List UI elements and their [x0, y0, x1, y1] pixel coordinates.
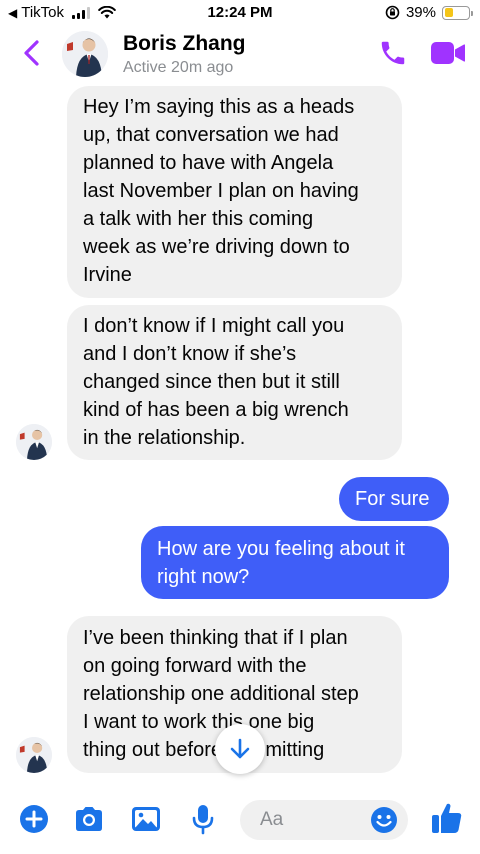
contact-name[interactable]: Boris Zhang — [123, 32, 246, 56]
message-bubble-incoming[interactable]: Hey I’m saying this as a heads up, that … — [67, 86, 402, 298]
message-line: on going forward with the — [83, 655, 307, 677]
message-line: For sure — [355, 488, 430, 510]
video-call-icon[interactable] — [430, 40, 466, 66]
message-line: last November I plan on having — [83, 180, 359, 202]
battery-icon — [442, 5, 473, 20]
message-placeholder: Aa — [260, 809, 284, 830]
message-line: Irvine — [83, 264, 132, 286]
chat-header: Boris Zhang Active 20m ago — [0, 28, 480, 82]
avatar-image — [16, 424, 52, 460]
message-input[interactable]: Aa — [240, 800, 408, 840]
message-line: I’ve been thinking that if I plan — [83, 627, 348, 649]
message-bubble-incoming[interactable]: I don’t know if I might call you and I d… — [67, 305, 402, 460]
message-line: in the relationship. — [83, 427, 246, 449]
message-line: Hey I’m saying this as a heads — [83, 96, 355, 118]
message-line: a talk with her this coming — [83, 208, 314, 230]
avatar-image — [62, 31, 108, 77]
microphone-icon[interactable] — [186, 802, 220, 836]
message-line: I don’t know if I might call you — [83, 315, 345, 337]
message-line: How are you feeling about it — [157, 538, 405, 560]
avatar-image — [16, 737, 52, 773]
composer-bar: Aa — [0, 788, 480, 854]
status-right: 39% — [385, 4, 473, 21]
scroll-to-bottom-button[interactable] — [215, 724, 265, 774]
phone-call-icon[interactable] — [378, 38, 408, 68]
message-bubble-outgoing[interactable]: For sure — [339, 477, 449, 521]
thumbs-up-icon[interactable] — [430, 800, 464, 836]
gallery-icon[interactable] — [129, 802, 163, 836]
message-line: right now? — [157, 566, 250, 588]
sender-avatar[interactable] — [16, 424, 52, 460]
message-line: planned to have with Angela — [83, 152, 334, 174]
emoji-icon[interactable] — [370, 806, 398, 834]
status-bar: ◀ TikTok 12:24 PM 39% — [0, 0, 480, 28]
message-line: week as we’re driving down to — [83, 236, 350, 258]
message-line: relationship one additional step — [83, 683, 359, 705]
message-line: up, that conversation we had — [83, 124, 339, 146]
contact-avatar[interactable] — [62, 31, 108, 77]
active-status: Active 20m ago — [123, 59, 234, 76]
message-line: changed since then but it still — [83, 371, 340, 393]
camera-icon[interactable] — [72, 802, 106, 836]
sender-avatar[interactable] — [16, 737, 52, 773]
plus-icon[interactable] — [17, 802, 51, 836]
rotation-lock-icon — [385, 5, 400, 20]
battery-level — [444, 8, 454, 17]
message-bubble-outgoing[interactable]: How are you feeling about it right now? — [141, 526, 449, 599]
arrow-down-icon — [230, 738, 250, 759]
back-chevron-icon[interactable] — [20, 38, 44, 68]
message-line: kind of has been a big wrench — [83, 399, 349, 421]
battery-percent: 39% — [405, 4, 436, 21]
message-line: and I don’t know if she’s — [83, 343, 297, 365]
